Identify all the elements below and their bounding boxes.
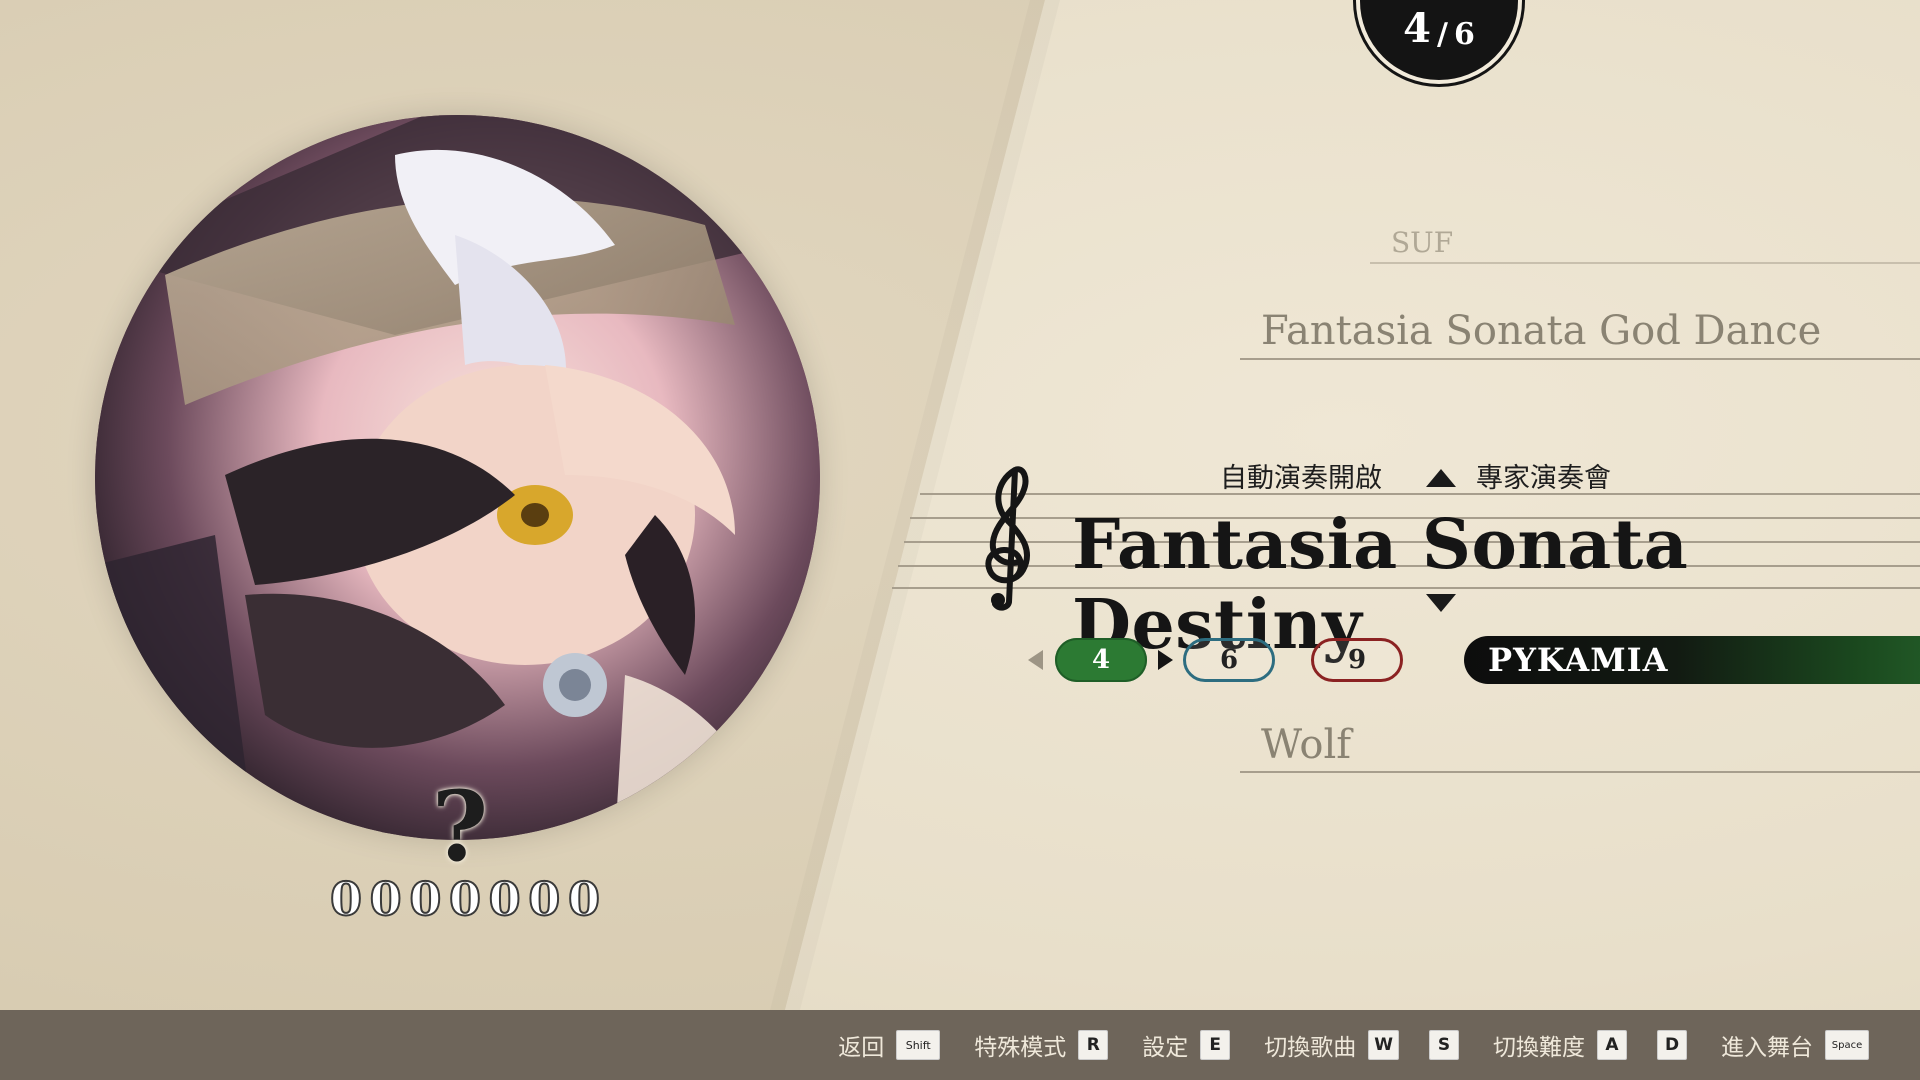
special-mode-label: 特殊模式 [974, 1035, 1067, 1061]
previous-song-arrow-icon[interactable] [1426, 469, 1456, 487]
score-digit: 0 [448, 871, 482, 927]
score-digit: 0 [567, 871, 601, 927]
jacket-artwork [95, 115, 820, 840]
autoplay-status: 自動演奏開啟 [1220, 463, 1382, 494]
difficulty-hard-button[interactable]: 9 [1311, 638, 1403, 682]
next-song-arrow-icon[interactable] [1426, 594, 1456, 612]
score-digit: 0 [527, 871, 561, 927]
switch-difficulty-label: 切換難度 [1493, 1035, 1585, 1061]
e-key: E [1200, 1030, 1231, 1060]
song-list-item[interactable]: Wolf [1261, 722, 1351, 768]
back-hint[interactable]: 返回 Shift [838, 1028, 941, 1062]
shift-key: Shift [896, 1030, 941, 1060]
song-counter-total: 6 [1453, 17, 1475, 52]
charter-name: PYKAMIA [1464, 636, 1920, 684]
w-key: W [1368, 1030, 1399, 1060]
difficulty-normal-button[interactable]: 6 [1183, 638, 1275, 682]
space-key: Space [1825, 1030, 1869, 1060]
song-list-item[interactable]: SUF [1391, 226, 1453, 259]
difficulty-right-arrow-icon[interactable] [1158, 650, 1173, 670]
song-counter-separator: / [1437, 17, 1448, 52]
difficulty-left-arrow-icon[interactable] [1028, 650, 1043, 670]
score-digit: 0 [329, 871, 363, 927]
back-label: 返回 [838, 1035, 885, 1061]
song-jacket [95, 115, 820, 840]
staff-line [1370, 262, 1920, 264]
song-counter-current: 4 [1403, 5, 1431, 52]
high-score: 0 0 0 0 0 0 0 [329, 871, 601, 927]
s-key: S [1429, 1030, 1459, 1060]
grade-unknown: ? [431, 770, 489, 883]
control-hints-bar: 返回 Shift 特殊模式 R 設定 E 切換歌曲 W S 切換難度 A D 進… [0, 1010, 1920, 1080]
switch-song-label: 切換歌曲 [1264, 1035, 1357, 1061]
staff-line [920, 493, 1920, 495]
switch-difficulty-hint[interactable]: 切換難度 A D [1493, 1028, 1687, 1062]
staff-line [1240, 771, 1920, 773]
treble-clef-icon [985, 466, 1030, 611]
r-key: R [1078, 1030, 1109, 1060]
mode-label: 專家演奏會 [1476, 463, 1611, 494]
switch-song-hint[interactable]: 切換歌曲 W S [1264, 1028, 1459, 1062]
score-digit: 0 [488, 871, 522, 927]
score-digit: 0 [369, 871, 403, 927]
score-digit: 0 [408, 871, 442, 927]
song-list-item[interactable]: Fantasia Sonata God Dance [1261, 308, 1821, 354]
a-key: A [1597, 1030, 1627, 1060]
enter-stage-hint[interactable]: 進入舞台 Space [1721, 1028, 1869, 1062]
difficulty-easy-button[interactable]: 4 [1055, 638, 1147, 682]
settings-label: 設定 [1142, 1035, 1189, 1061]
settings-hint[interactable]: 設定 E [1142, 1028, 1231, 1062]
enter-stage-label: 進入舞台 [1721, 1035, 1813, 1061]
special-mode-hint[interactable]: 特殊模式 R [974, 1028, 1109, 1062]
staff-line [1240, 358, 1920, 360]
d-key: D [1657, 1030, 1687, 1060]
